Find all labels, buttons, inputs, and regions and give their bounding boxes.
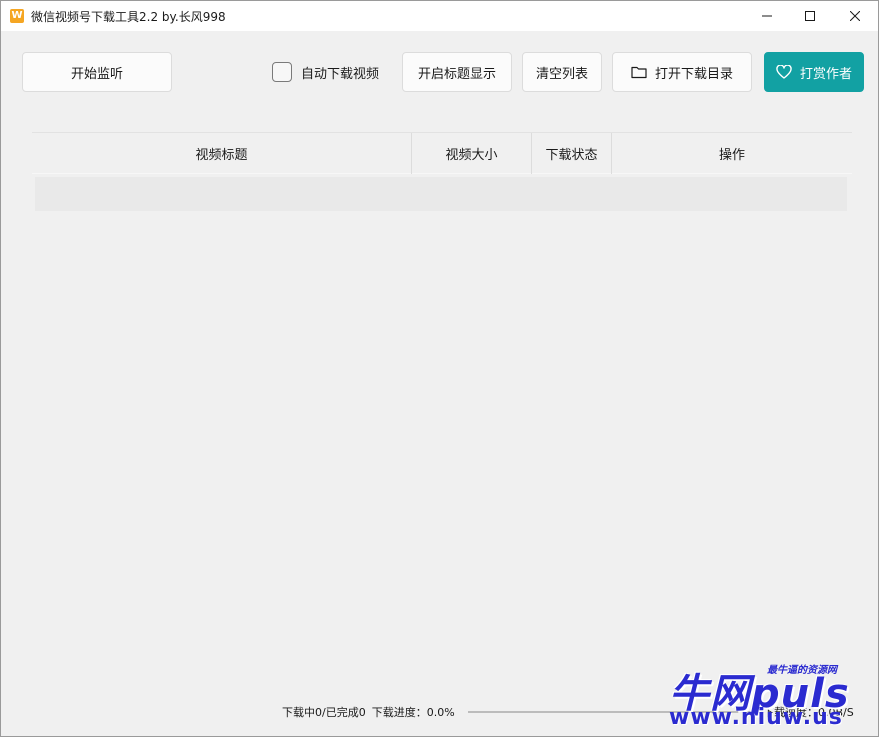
maximize-icon xyxy=(805,11,815,21)
close-icon xyxy=(850,11,860,21)
start-monitor-label: 开始监听 xyxy=(70,66,123,82)
open-download-dir-label: 打开下载目录 xyxy=(654,66,733,82)
title-bar[interactable]: W 微信视频号下载工具2.2 by.长风998 xyxy=(1,1,878,31)
column-header-size[interactable]: 视频大小 xyxy=(411,133,531,174)
app-logo-icon: W xyxy=(10,9,24,23)
donate-button[interactable]: 打赏作者 xyxy=(764,52,864,92)
close-button[interactable] xyxy=(832,1,878,31)
window-title: 微信视频号下载工具2.2 by.长风998 xyxy=(31,10,226,24)
status-bar: 下载中0/已完成0 下载进度：0.0% xyxy=(282,704,455,720)
column-header-status[interactable]: 下载状态 xyxy=(531,133,611,174)
auto-download-toggle[interactable]: 自动下载视频 xyxy=(272,62,379,82)
minimize-button[interactable] xyxy=(744,1,790,31)
video-table: 视频标题 视频大小 下载状态 操作 xyxy=(32,132,852,211)
watermark-tag: 最牛逼的资源网 xyxy=(767,665,837,676)
show-title-button[interactable]: 开启标题显示 xyxy=(402,52,512,92)
empty-table-row xyxy=(35,177,847,211)
app-window: W 微信视频号下载工具2.2 by.长风998 开始监听 自动下载视频 开启标题… xyxy=(0,0,879,737)
auto-download-checkbox[interactable] xyxy=(272,62,292,82)
show-title-label: 开启标题显示 xyxy=(417,66,496,82)
download-progress-text: 下载进度：0.0% xyxy=(371,706,455,719)
maximize-button[interactable] xyxy=(787,1,833,31)
open-download-dir-button[interactable]: 打开下载目录 xyxy=(612,52,752,92)
download-progress-bar xyxy=(468,711,757,713)
clear-list-label: 清空列表 xyxy=(535,66,588,82)
folder-icon xyxy=(631,66,647,79)
start-monitor-button[interactable]: 开始监听 xyxy=(22,52,172,92)
download-speed: 下载速度：0.0B/S xyxy=(763,706,854,719)
heart-icon xyxy=(776,65,792,79)
download-counts: 下载中0/已完成0 xyxy=(282,706,366,719)
clear-list-button[interactable]: 清空列表 xyxy=(522,52,602,92)
column-header-actions[interactable]: 操作 xyxy=(611,133,852,174)
auto-download-label: 自动下载视频 xyxy=(301,66,380,82)
column-header-title[interactable]: 视频标题 xyxy=(32,133,411,174)
table-header: 视频标题 视频大小 下载状态 操作 xyxy=(32,132,852,174)
donate-label: 打赏作者 xyxy=(799,66,852,82)
minimize-icon xyxy=(762,15,772,17)
watermark-logo: 牛网puls 最牛逼的资源网 www.niuw.us xyxy=(669,661,869,731)
